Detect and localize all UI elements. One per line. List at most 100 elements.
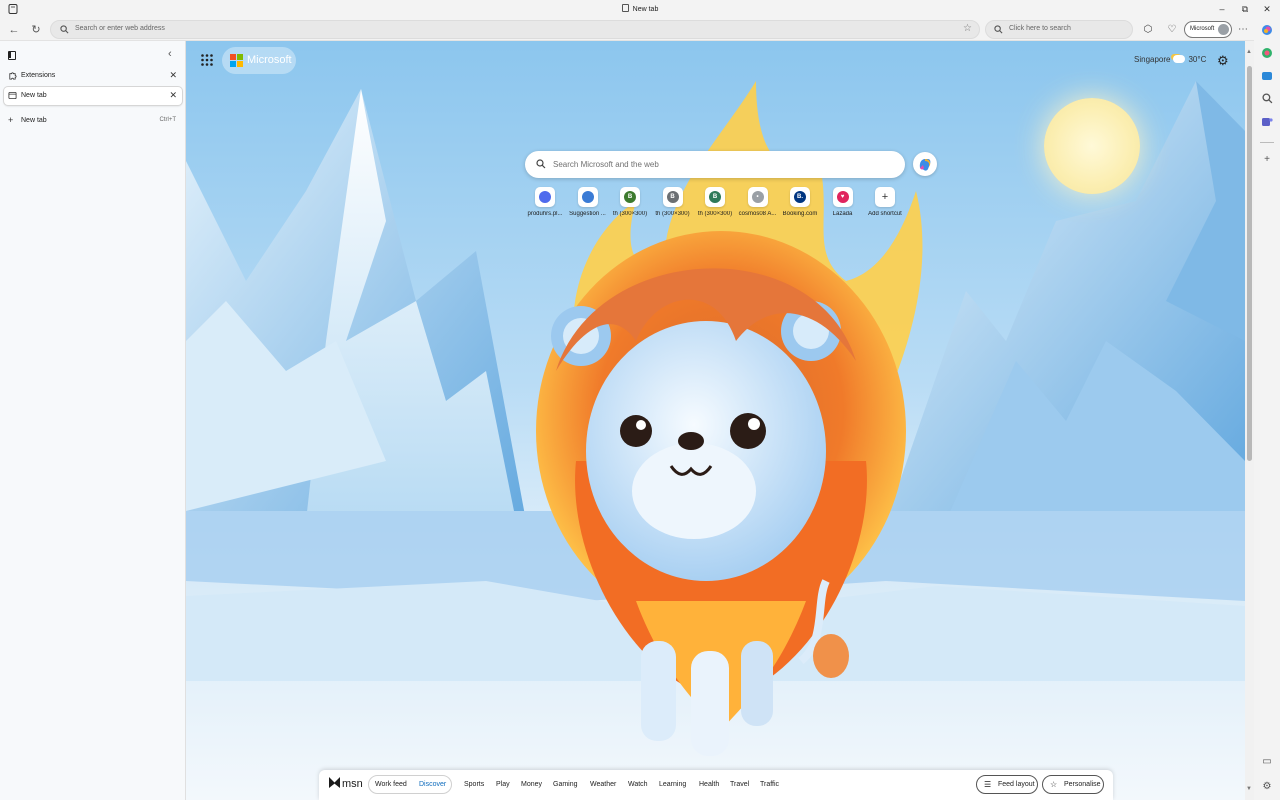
add-shortcut-button[interactable]: + Add shortcut (863, 187, 907, 227)
search-icon[interactable] (1260, 93, 1274, 107)
shortcut-label: th (300×300) (697, 211, 733, 217)
favorite-star-icon[interactable]: ☆ (963, 23, 972, 34)
shortcut-icon (577, 187, 598, 207)
category-watch[interactable]: Watch (628, 781, 648, 788)
shortcut-favicon: B (709, 191, 721, 203)
category-weather[interactable]: Weather (590, 781, 616, 788)
sun (1044, 98, 1140, 194)
extensions-icon (9, 72, 17, 80)
shortcut-favicon: • (751, 191, 764, 203)
microsoft-logo-icon (230, 54, 243, 67)
category-gaming[interactable]: Gaming (553, 781, 578, 788)
copilot-button[interactable] (913, 152, 937, 176)
shortcut-tile[interactable]: • cosmos08 A... (736, 187, 780, 227)
page-icon (8, 91, 17, 100)
category-health[interactable]: Health (699, 781, 719, 788)
browser-essentials-icon[interactable]: ♡ (1164, 22, 1180, 38)
personalise-button[interactable]: ☆ Personalise (1042, 775, 1104, 794)
more-menu-icon[interactable]: ⋯ (1235, 22, 1251, 38)
shortcut-label: Lazada (832, 211, 853, 217)
shortcut-icon: B. (790, 187, 810, 207)
scroll-up-arrow-icon[interactable]: ▲ (1246, 49, 1252, 55)
category-traffic[interactable]: Traffic (760, 781, 779, 788)
hide-sidebar-icon[interactable]: ▭ (1260, 755, 1274, 769)
search-icon (536, 159, 546, 169)
new-tab-shortcut: Ctrl+T (159, 117, 177, 123)
translate-icon[interactable] (1260, 70, 1274, 84)
weather-widget[interactable]: Singapore 30°C (1134, 55, 1206, 64)
msn-feed-bar: msn Work feed Discover Sports Play Money… (319, 770, 1113, 800)
scrollbar-thumb[interactable] (1247, 66, 1252, 461)
search-icon (994, 25, 1003, 34)
address-placeholder: Search or enter web address (75, 25, 165, 32)
profile-label: Microsoft (1190, 26, 1215, 32)
tab-discover[interactable]: Discover (419, 781, 446, 788)
tab-work-feed[interactable]: Work feed (375, 781, 407, 788)
app-launcher-icon[interactable] (200, 53, 214, 67)
address-bar[interactable]: Search or enter web address ☆ (50, 20, 980, 39)
shortcut-favicon (539, 191, 551, 203)
page-settings-gear-icon[interactable]: ⚙ (1217, 53, 1229, 69)
shortcut-favicon: B (666, 191, 679, 203)
shortcut-label: Suggestion ... (569, 211, 606, 217)
copilot-sidebar-icon[interactable] (1260, 24, 1274, 38)
tab-extensions[interactable]: Extensions ✕ (4, 67, 182, 85)
page-icon (621, 4, 629, 12)
refresh-button[interactable]: ↻ (28, 22, 44, 38)
web-search-input[interactable]: Search Microsoft and the web (525, 151, 905, 178)
new-tab-button[interactable]: + New tab Ctrl+T (4, 114, 182, 128)
shopping-icon[interactable] (1260, 47, 1274, 61)
microsoft-brand-button[interactable]: Microsoft (222, 47, 296, 74)
weather-city: Singapore (1134, 55, 1171, 64)
category-play[interactable]: Play (496, 781, 510, 788)
category-sports[interactable]: Sports (464, 781, 484, 788)
restore-button[interactable]: ⧉ (1234, 2, 1256, 16)
category-learning[interactable]: Learning (659, 781, 686, 788)
toolbar-search-box[interactable]: Click here to search (985, 20, 1133, 39)
personalise-star-icon: ☆ (1050, 780, 1058, 789)
shortcut-favicon: B. (794, 191, 806, 203)
shortcut-tile[interactable]: Bth (300×300) (651, 187, 695, 227)
feed-layout-button[interactable]: ☰ Feed layout (976, 775, 1038, 794)
feed-switcher: Work feed Discover (368, 775, 452, 794)
scroll-down-arrow-icon[interactable]: ▼ (1246, 786, 1252, 792)
sidebar-settings-gear-icon[interactable]: ⚙ (1260, 780, 1274, 794)
close-window-button[interactable]: ✕ (1256, 2, 1278, 16)
page-scrollbar[interactable]: ▲ ▼ (1245, 41, 1254, 800)
shortcut-icon: ♥ (832, 187, 853, 207)
category-travel[interactable]: Travel (730, 781, 749, 788)
tab-label: New tab (21, 92, 47, 99)
feed-layout-label: Feed layout (998, 781, 1035, 788)
back-button[interactable]: ← (6, 22, 22, 38)
shortcut-tile[interactable]: ♥ Lazada (821, 187, 865, 227)
shortcut-tile[interactable]: B. Booking.com (778, 187, 822, 227)
shortcut-label: Add shortcut (868, 211, 902, 217)
plus-icon: + (8, 115, 14, 125)
teams-icon[interactable] (1260, 116, 1274, 130)
copilot-icon (919, 159, 931, 171)
category-money[interactable]: Money (521, 781, 542, 788)
collapse-panel-icon[interactable]: ‹ (168, 48, 172, 60)
window-title: New tab (0, 4, 1280, 13)
shortcut-tile[interactable]: produhrs.pl... (523, 187, 567, 227)
window-title-text: New tab (632, 6, 659, 13)
avatar (1218, 24, 1229, 35)
shortcut-tile[interactable]: Bth (300×300) (693, 187, 737, 227)
shortcut-tile[interactable]: Suggestion ... (566, 187, 610, 227)
new-tab-label: New tab (21, 117, 47, 124)
shortcut-label: Booking.com (782, 211, 818, 217)
close-tab-icon[interactable]: ✕ (169, 90, 177, 101)
title-bar: New tab – ⧉ ✕ (0, 0, 1280, 18)
shortcut-tile[interactable]: Bth (300×300) (608, 187, 652, 227)
profile-button[interactable]: Microsoft (1184, 21, 1232, 38)
add-sidebar-app-icon[interactable]: + (1260, 153, 1274, 167)
close-tab-icon[interactable]: ✕ (169, 70, 177, 81)
minimize-button[interactable]: – (1211, 2, 1233, 16)
extensions-puzzle-icon[interactable]: ⬡ (1140, 22, 1156, 38)
msn-logo[interactable]: msn (329, 777, 363, 790)
sidebar-divider (1260, 142, 1274, 143)
tab-new-tab[interactable]: New tab ✕ (4, 87, 182, 105)
shortcut-icon (535, 187, 555, 207)
tab-actions-icon[interactable] (8, 51, 16, 60)
shortcut-label: th (300×300) (612, 211, 648, 217)
